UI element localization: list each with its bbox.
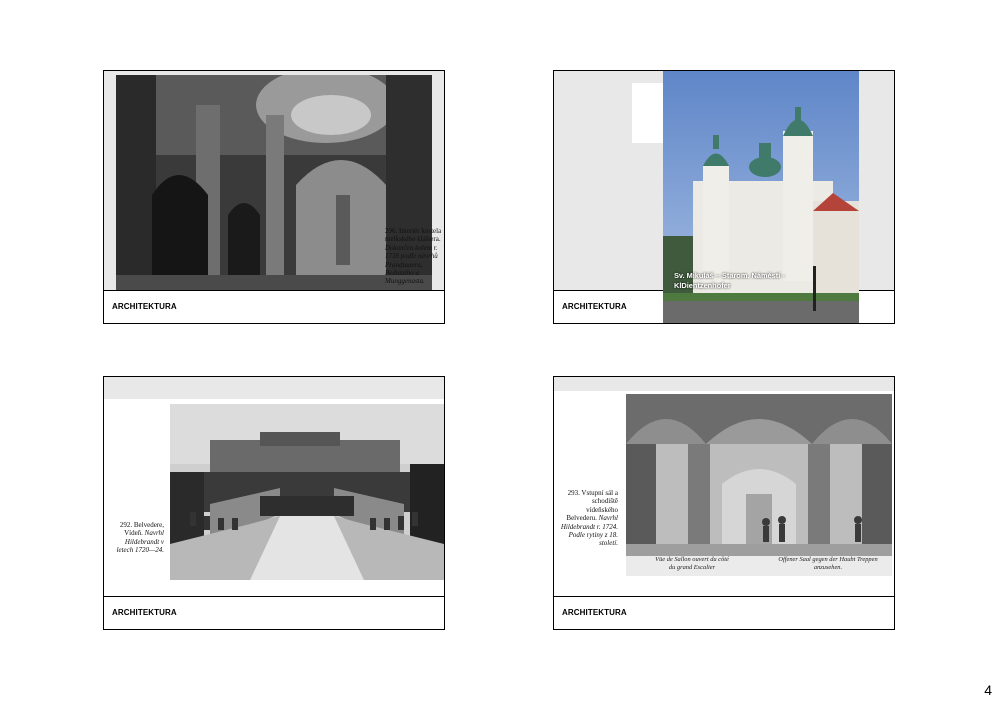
caption-number-title: 296. Interiér kostela melkského kláštera… — [385, 227, 442, 244]
footer-label: ARCHITEKTURA — [562, 608, 627, 617]
slide-4: Vüe de Sallon ouvert du côté du grand Es… — [553, 376, 895, 630]
figure-caption: 296. Interiér kostela melkského kláštera… — [385, 227, 443, 286]
caption-details: Dokončen kolem r. 1738 podle návrhů Pran… — [385, 243, 438, 286]
page-number: 4 — [984, 682, 992, 698]
inscription-left-line-1: Vüe de Sallon ouvert du côté — [655, 556, 729, 563]
engraving-image: Vüe de Sallon ouvert du côté du grand Es… — [626, 394, 892, 576]
inscription-right-line-1: Offener Saal gegen der Haubt Treppen — [778, 556, 878, 563]
caption-line-2: KlDientzenhofer — [674, 281, 731, 290]
figure-caption: 292. Belvedere, Vídeň. Navrhl Hildebrand… — [108, 521, 164, 555]
slide-footer: ARCHITEKTURA — [104, 596, 444, 629]
slide-1: 296. Interiér kostela melkského kláštera… — [103, 70, 445, 324]
slide-3: 292. Belvedere, Vídeň. Navrhl Hildebrand… — [103, 376, 445, 630]
figure-caption: 293. Vstupní sál a schodiště vídeňského … — [560, 489, 618, 548]
slide-footer: ARCHITEKTURA — [554, 596, 894, 629]
footer-label: ARCHITEKTURA — [562, 302, 627, 311]
slide-2: ARCHITEKTURA Sv. Mikuláš – Starom. Náměs… — [553, 70, 895, 324]
photo-caption: Sv. Mikuláš – Starom. Náměstí - KlDientz… — [674, 271, 864, 291]
engraving-inscription-right: Offener Saal gegen der Haubt Treppen anz… — [766, 556, 890, 572]
engraving-inscription-left: Vüe de Sallon ouvert du côté du grand Es… — [632, 556, 752, 572]
white-block — [632, 83, 664, 143]
footer-label: ARCHITEKTURA — [112, 608, 177, 617]
caption-line-1: Sv. Mikuláš – Starom. Náměstí - — [674, 271, 785, 280]
slide-footer: ARCHITEKTURA — [104, 290, 444, 323]
inscription-left-line-2: du grand Escalier — [668, 564, 716, 571]
belvedere-photo — [170, 404, 444, 580]
white-block — [104, 399, 170, 599]
footer-label: ARCHITEKTURA — [112, 302, 177, 311]
inscription-right-line-2: anzusehen. — [813, 564, 843, 571]
